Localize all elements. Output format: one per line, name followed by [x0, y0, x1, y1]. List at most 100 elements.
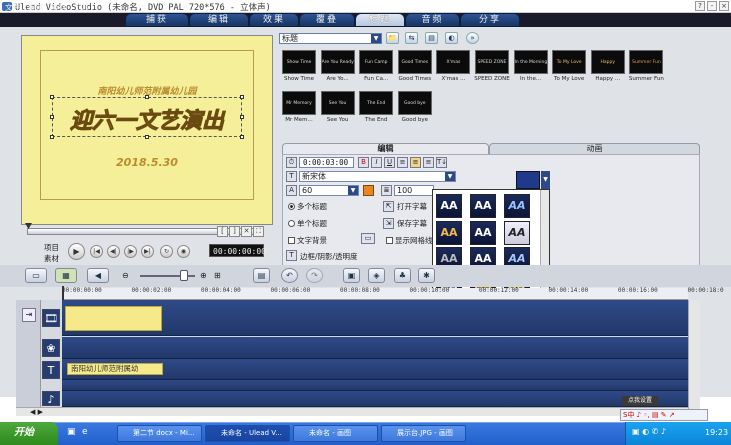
record-capture-icon[interactable]: ▣ [343, 268, 360, 283]
video-clip[interactable] [65, 306, 162, 331]
font-size-field[interactable]: 60 ▼ [299, 185, 359, 196]
undo-icon[interactable]: ↶ [281, 268, 298, 283]
title-thumbnail[interactable]: Show Time [282, 50, 316, 74]
scroll-left-icon[interactable]: ◀ ▶ [30, 408, 43, 416]
track-manager-icon[interactable]: ✱ [418, 268, 435, 283]
title-thumbnail-label[interactable]: Fun Ca... [356, 76, 396, 82]
title-thumbnail[interactable]: In the Morning [513, 50, 548, 74]
title-thumbnail-label[interactable]: See You [318, 117, 358, 123]
align-center-button[interactable]: ≡ [410, 157, 421, 168]
title-thumbnail[interactable]: See You [320, 91, 355, 115]
music-track[interactable] [62, 391, 688, 407]
audio-view-icon[interactable]: ◀ [87, 268, 109, 283]
timeline-view-icon[interactable]: ▦ [55, 268, 77, 283]
title-thumbnail-label[interactable]: Mr Mem... [279, 117, 319, 123]
selection-handle[interactable] [50, 95, 54, 99]
home-icon[interactable]: |◀ [90, 245, 103, 258]
voice-track[interactable] [62, 380, 688, 391]
title-thumbnail-label[interactable]: Summer Fun [626, 76, 666, 82]
quicklaunch-ie-icon[interactable]: e [82, 427, 88, 437]
title-thumbnail-label[interactable]: X'mas ... [433, 76, 473, 82]
title-thumbnail-label[interactable]: Good Times [395, 76, 435, 82]
step-tab-audio[interactable]: 音频 [405, 13, 460, 27]
step-tab-share[interactable]: 分享 [460, 13, 520, 27]
chevron-down-icon[interactable]: ▼ [541, 171, 550, 189]
line-spacing-field[interactable]: 100 [394, 185, 434, 196]
library-swap-icon[interactable]: ⇆ [405, 32, 418, 44]
menu-file[interactable]: 文件 [5, 2, 20, 13]
title-clip[interactable]: 南阳幼儿师范附属幼 [67, 363, 163, 375]
multi-title-radio[interactable] [288, 203, 295, 210]
italic-button[interactable]: I [371, 157, 382, 168]
align-left-button[interactable]: ≡ [397, 157, 408, 168]
expand-icon[interactable]: » [466, 32, 479, 44]
title-thumbnail-label[interactable]: Are Yo... [318, 76, 358, 82]
quicklaunch-desktop-icon[interactable]: ▣ [67, 427, 76, 437]
insert-media-icon[interactable]: ▤ [253, 268, 270, 283]
font-select[interactable]: 新宋体 ▼ [299, 171, 456, 182]
import-folder-icon[interactable]: 📁 [386, 32, 399, 44]
zoom-out-icon[interactable]: ⊖ [122, 271, 129, 280]
vertical-text-button[interactable]: T↓ [436, 157, 447, 168]
title-style-preset[interactable]: AA [504, 194, 530, 218]
task-videostudio[interactable]: 未命名 - Ulead V... [205, 425, 290, 442]
link-tracks-icon[interactable]: ⇥ [22, 308, 36, 322]
auto-music-icon[interactable]: ♣ [394, 268, 411, 283]
start-button[interactable]: 开始 [0, 422, 58, 445]
menu-edit[interactable]: 编辑 [28, 2, 43, 13]
title-thumbnail[interactable]: Happy [590, 50, 625, 74]
library-list-icon[interactable]: ▤ [425, 32, 438, 44]
selection-handle[interactable] [50, 115, 54, 119]
mark-out-icon[interactable]: ] [229, 226, 240, 237]
bold-button[interactable]: B [358, 157, 369, 168]
close-button[interactable]: × [719, 1, 729, 11]
task-paint-1[interactable]: 未命名 - 画图 [293, 425, 378, 442]
selection-handle[interactable] [240, 115, 244, 119]
timeline-vertical-scrollbar[interactable] [688, 300, 700, 416]
enlarge-preview-icon[interactable]: ⛶ [253, 226, 264, 237]
repeat-icon[interactable]: ↻ [160, 245, 173, 258]
open-subtitle-button[interactable]: 打开字幕 [397, 201, 427, 212]
title-thumbnail[interactable]: Fun Camp [359, 50, 394, 74]
title-selection-box[interactable] [52, 97, 242, 137]
redo-icon[interactable]: ↷ [306, 268, 323, 283]
selection-handle[interactable] [145, 135, 149, 139]
title-thumbnail[interactable]: Good bye [397, 91, 432, 115]
tray-icons[interactable]: ▣ ◐ ✆ ♪ [632, 427, 666, 436]
step-tab-overlay[interactable]: 覆叠 [299, 13, 355, 27]
title-thumbnail[interactable]: Summer Fun [629, 50, 664, 74]
title-thumbnail[interactable]: To My Love [552, 50, 587, 74]
mark-in-icon[interactable]: [ [217, 226, 228, 237]
title-thumbnail[interactable]: Are You Ready? [320, 50, 355, 74]
next-frame-icon[interactable]: |▶ [124, 245, 137, 258]
smart-proxy-icon[interactable]: ◈ [368, 268, 385, 283]
step-tab-effect[interactable]: 效果 [249, 13, 299, 27]
text-background-settings-icon[interactable]: ▭ [361, 233, 375, 244]
preview-title-line3[interactable]: 2018.5.30 [21, 156, 273, 169]
title-style-preset[interactable]: AA [504, 220, 530, 245]
preset-style-preview[interactable] [516, 171, 540, 189]
menu-tools[interactable]: 工具 [74, 2, 89, 13]
title-thumbnail[interactable]: Good Times [397, 50, 432, 74]
save-subtitle-icon[interactable]: ⇲ [383, 218, 394, 229]
step-tab-title[interactable]: 标题 [355, 13, 405, 27]
title-thumbnail[interactable]: Mr Memory [282, 91, 316, 115]
overlay-track[interactable] [62, 337, 688, 359]
selection-handle[interactable] [240, 135, 244, 139]
border-shadow-button[interactable]: 边框/阴影/透明度 [300, 251, 358, 262]
storyboard-view-icon[interactable]: ▭ [25, 268, 47, 283]
title-style-preset[interactable]: AA [470, 194, 496, 218]
title-thumbnail-label[interactable]: In the... [511, 76, 551, 82]
task-word[interactable]: 第二节 docx - Mi... [117, 425, 202, 442]
task-paint-2[interactable]: 展示台.JPG - 画图 [381, 425, 466, 442]
title-thumbnail-label[interactable]: The End [356, 117, 396, 123]
project-mode-label[interactable]: 项目 [44, 242, 59, 253]
border-shadow-icon[interactable]: T [286, 250, 297, 261]
volume-icon[interactable]: ◉ [177, 245, 190, 258]
library-options-icon[interactable]: ◐ [445, 32, 458, 44]
title-thumbnail-label[interactable]: To My Love [549, 76, 589, 82]
open-subtitle-icon[interactable]: ⇱ [383, 201, 394, 212]
title-thumbnail-label[interactable]: SPEED ZONE [472, 76, 512, 82]
title-thumbnail-label[interactable]: Good bye [395, 117, 435, 123]
timecode-display[interactable]: 00:00:00:00 [209, 244, 266, 257]
